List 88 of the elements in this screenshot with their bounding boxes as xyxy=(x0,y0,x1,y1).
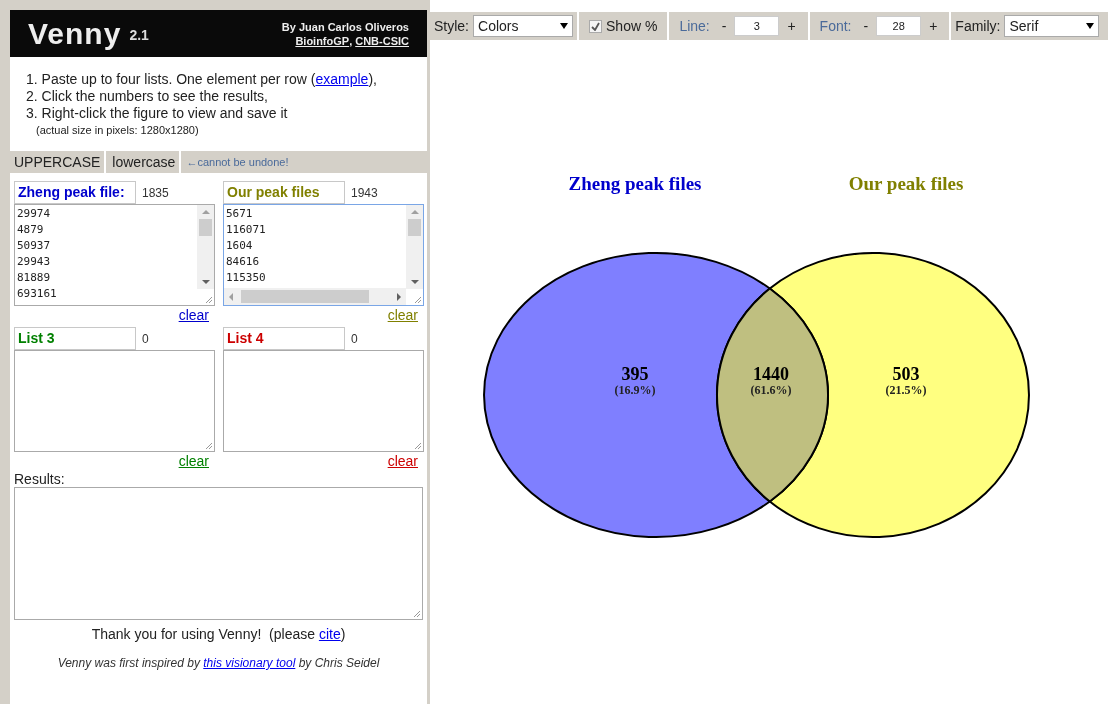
tool-link[interactable]: this visionary tool xyxy=(203,656,296,670)
app-version: 2.1 xyxy=(129,26,149,45)
list-entry: 115350 xyxy=(226,270,266,286)
resize-grip-icon[interactable] xyxy=(413,295,422,304)
credit-text: Venny was first inspired by this visionary tool by Chris Seidel xyxy=(56,655,381,672)
region-count[interactable]: 1440 xyxy=(753,364,789,384)
set-title: Our peak files xyxy=(848,173,964,194)
decrement-button[interactable]: - xyxy=(861,15,871,37)
separator-text: , xyxy=(349,33,353,48)
dropdown-arrow-icon[interactable] xyxy=(1086,23,1095,29)
number-field[interactable]: 3 xyxy=(734,16,780,36)
vertical-scrollbar[interactable] xyxy=(406,205,423,289)
show-percent-checkbox[interactable] xyxy=(589,19,602,33)
style-label: Style: xyxy=(434,16,469,36)
list-count: 1835 xyxy=(142,184,169,202)
instruction-text: 3. Right-click the figure to view and save it xyxy=(26,105,289,122)
app-title: Venny xyxy=(28,16,122,52)
scroll-thumb[interactable] xyxy=(408,219,421,236)
intersection-region[interactable] xyxy=(716,287,830,503)
dropdown[interactable]: Serif xyxy=(1004,15,1100,37)
scroll-up-icon[interactable] xyxy=(201,210,210,214)
list-entry: 84616 xyxy=(226,254,260,270)
clear-link[interactable]: clear xyxy=(178,452,209,470)
list-count: 1943 xyxy=(351,184,378,202)
vertical-scrollbar[interactable] xyxy=(197,205,214,289)
example-link[interactable]: example xyxy=(315,71,369,87)
clear-link[interactable]: clear xyxy=(178,306,209,324)
family-label: Family: xyxy=(955,16,1001,36)
list-name-field[interactable]: List 3 xyxy=(14,327,136,350)
resize-grip-icon[interactable] xyxy=(412,609,421,618)
list-entry: 5671 xyxy=(226,206,253,222)
number-field[interactable]: 28 xyxy=(876,16,922,36)
stepper-label: Line: xyxy=(679,16,710,36)
warning-text: ←cannot be undone! xyxy=(185,154,290,170)
resize-grip-icon[interactable] xyxy=(204,295,213,304)
set-title: Zheng peak files xyxy=(568,173,702,194)
list-textarea[interactable]: 5671 116071 1604 84616 115350 xyxy=(223,204,424,306)
clear-link[interactable]: clear xyxy=(387,452,418,470)
header-link[interactable]: CNB-CSIC xyxy=(355,33,409,48)
scroll-down-icon[interactable] xyxy=(410,280,419,284)
instruction-text: 1. Paste up to four lists. One element per row (example), xyxy=(26,71,378,88)
scroll-right-icon[interactable] xyxy=(397,292,401,301)
region-percent: (21.5%) xyxy=(885,383,927,397)
region-count[interactable]: 503 xyxy=(892,364,920,384)
stepper-label: Font: xyxy=(819,16,852,36)
list-entry: 29943 xyxy=(17,254,51,270)
scroll-down-icon[interactable] xyxy=(201,280,210,284)
scroll-thumb[interactable] xyxy=(241,290,369,303)
clear-link[interactable]: clear xyxy=(387,306,418,324)
list-entry: 81889 xyxy=(17,270,51,286)
size-note: (actual size in pixels: 1280x1280) xyxy=(35,123,200,138)
list-entry: 4879 xyxy=(17,222,44,238)
instruction-text: 2. Click the numbers to see the results, xyxy=(26,88,269,105)
results-label: Results: xyxy=(14,471,66,487)
horizontal-scrollbar[interactable] xyxy=(224,288,406,305)
increment-button[interactable]: + xyxy=(927,15,940,37)
list-count: 0 xyxy=(351,330,358,348)
list-name-field[interactable]: Zheng peak file: xyxy=(14,181,136,204)
author-text: By Juan Carlos Oliveros xyxy=(281,19,409,34)
list-name-field[interactable]: Our peak files xyxy=(223,181,345,204)
header-link[interactable]: BioinfoGP xyxy=(295,33,350,48)
cite-link[interactable]: cite xyxy=(318,626,341,642)
resize-grip-icon[interactable] xyxy=(413,441,422,450)
decrement-button[interactable]: - xyxy=(719,15,729,37)
list-entry: 50937 xyxy=(17,238,51,254)
list-entry: 29974 xyxy=(17,206,51,222)
increment-button[interactable]: + xyxy=(785,15,798,37)
list-textarea[interactable] xyxy=(14,350,215,452)
list-entry: 116071 xyxy=(226,222,266,238)
scroll-up-icon[interactable] xyxy=(410,210,419,214)
dropdown-arrow-icon[interactable] xyxy=(560,23,568,29)
list-count: 0 xyxy=(142,330,149,348)
show-percent-label: Show % xyxy=(606,16,658,36)
list-textarea[interactable]: 29974 4879 50937 29943 81889 693161 xyxy=(14,204,215,306)
list-entry: 693161 xyxy=(17,286,57,302)
dropdown[interactable]: Colors xyxy=(473,15,573,37)
list-textarea[interactable] xyxy=(223,350,424,452)
region-percent: (61.6%) xyxy=(750,383,792,397)
scroll-left-icon[interactable] xyxy=(229,292,233,301)
list-name-field[interactable]: List 4 xyxy=(223,327,345,350)
list-entry: 1604 xyxy=(226,238,253,254)
region-count[interactable]: 395 xyxy=(621,364,649,384)
scroll-thumb[interactable] xyxy=(199,219,212,236)
checkmark-icon xyxy=(591,21,600,31)
resize-grip-icon[interactable] xyxy=(204,441,213,450)
region-percent: (16.9%) xyxy=(614,383,656,397)
thanks-text: Thank you for using Venny! (please cite) xyxy=(90,625,347,644)
results-textarea[interactable] xyxy=(14,487,423,620)
